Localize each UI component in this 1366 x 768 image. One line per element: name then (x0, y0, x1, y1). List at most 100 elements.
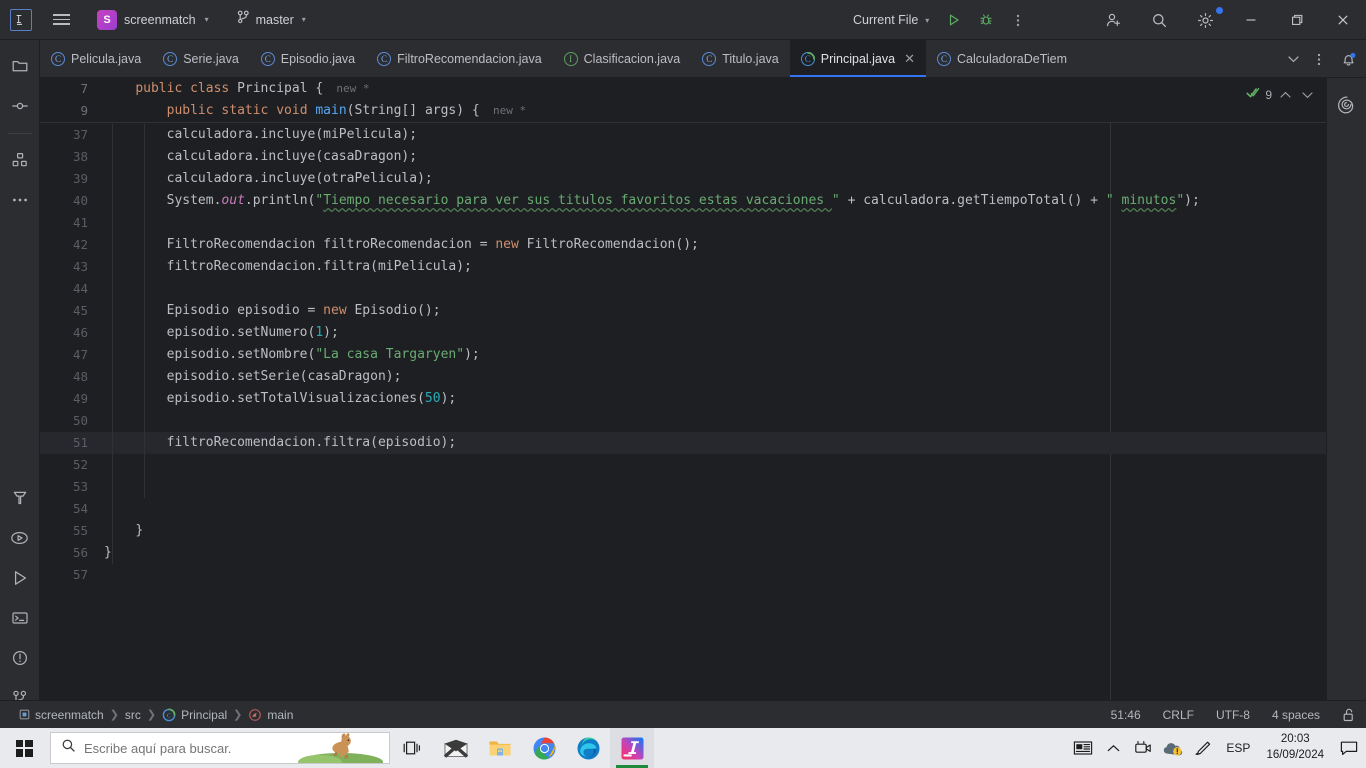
taskbar-search-box[interactable] (50, 732, 390, 764)
code-line[interactable]: 51 filtroRecomendacion.filtra(episodio); (40, 432, 1326, 454)
maximize-button[interactable] (1274, 0, 1320, 40)
code-line[interactable]: 40 System.out.println("Tiempo necesario … (40, 190, 1326, 212)
code-line[interactable]: 9 public static void main(String[] args)… (40, 100, 1326, 122)
run-button[interactable] (939, 6, 969, 34)
close-tab-icon[interactable]: ✕ (904, 51, 915, 67)
code-line[interactable]: 55 } (40, 520, 1326, 542)
line-content[interactable] (100, 498, 1326, 520)
code-line[interactable]: 53 (40, 476, 1326, 498)
edge-icon[interactable] (566, 728, 610, 768)
commit-tool-window-button[interactable] (4, 90, 36, 122)
clock[interactable]: 20:03 16/09/2024 (1258, 728, 1332, 768)
code-line[interactable]: 43 filtroRecomendacion.filtra(miPelicula… (40, 256, 1326, 278)
mail-icon[interactable] (434, 728, 478, 768)
line-content[interactable] (100, 410, 1326, 432)
line-content[interactable] (100, 564, 1326, 586)
notifications-button[interactable] (1332, 44, 1364, 74)
line-content[interactable] (100, 454, 1326, 476)
line-number[interactable]: 44 (40, 278, 100, 300)
minimize-button[interactable] (1228, 0, 1274, 40)
code-line[interactable]: 56} (40, 542, 1326, 564)
code-line[interactable]: 41 (40, 212, 1326, 234)
line-number[interactable]: 52 (40, 454, 100, 476)
onedrive-warning-icon[interactable] (1158, 728, 1188, 768)
code-line[interactable]: 38 calculadora.incluye(casaDragon); (40, 146, 1326, 168)
line-number[interactable]: 39 (40, 168, 100, 190)
editor-tab-5[interactable]: C Titulo.java (691, 40, 790, 77)
line-number[interactable]: 57 (40, 564, 100, 586)
main-menu-button[interactable] (44, 5, 78, 35)
file-encoding[interactable]: UTF-8 (1213, 706, 1253, 724)
line-number[interactable]: 45 (40, 300, 100, 322)
line-content[interactable]: Episodio episodio = new Episodio(); (100, 300, 1326, 322)
line-number[interactable]: 49 (40, 388, 100, 410)
breadcrumb-item-method[interactable]: main (243, 706, 298, 724)
line-number[interactable]: 47 (40, 344, 100, 366)
settings-button[interactable] (1182, 0, 1228, 40)
line-separator[interactable]: CRLF (1160, 706, 1197, 724)
code-line[interactable]: 47 episodio.setNombre("La casa Targaryen… (40, 344, 1326, 366)
line-content[interactable]: } (100, 542, 1326, 564)
breadcrumb-item-module[interactable]: screenmatch (14, 706, 109, 724)
chevron-up-icon[interactable] (1276, 85, 1294, 105)
editor-tab-6[interactable]: C Principal.java ✕ (789, 40, 926, 77)
windows-start-icon[interactable] (0, 728, 48, 768)
ai-assistant-icon[interactable] (1331, 88, 1363, 120)
code-line[interactable]: 50 (40, 410, 1326, 432)
run-tool-window-button[interactable] (4, 562, 36, 594)
more-tool-windows-button[interactable] (4, 184, 36, 216)
structure-tool-window-button[interactable] (4, 144, 36, 176)
inspection-widget[interactable]: 9 (1242, 82, 1320, 108)
line-content[interactable] (100, 212, 1326, 234)
code-with-me-button[interactable] (1090, 0, 1136, 40)
editor-tab-4[interactable]: I Clasificacion.java (553, 40, 692, 77)
editor-tab-1[interactable]: C Serie.java (152, 40, 250, 77)
line-content[interactable]: public static void main(String[] args) {… (100, 100, 1326, 122)
code-line[interactable]: 44 (40, 278, 1326, 300)
line-number[interactable]: 38 (40, 146, 100, 168)
editor-tab-3[interactable]: C FiltroRecomendacion.java (366, 40, 553, 77)
branch-selector[interactable]: master ▾ (230, 7, 313, 32)
line-content[interactable]: calculadora.incluye(casaDragon); (100, 146, 1326, 168)
terminal-tool-window-button[interactable] (4, 602, 36, 634)
run-anything-button[interactable] (4, 522, 36, 554)
line-content[interactable]: filtroRecomendacion.filtra(miPelicula); (100, 256, 1326, 278)
unlocked-icon[interactable] (1339, 706, 1358, 724)
caret-position[interactable]: 51:46 (1108, 706, 1144, 724)
line-number[interactable]: 40 (40, 190, 100, 212)
line-number[interactable]: 7 (40, 78, 100, 100)
build-tool-window-button[interactable] (4, 482, 36, 514)
line-content[interactable]: calculadora.incluye(otraPelicula); (100, 168, 1326, 190)
line-content[interactable]: } (100, 520, 1326, 542)
pen-icon[interactable] (1188, 728, 1218, 768)
line-content[interactable]: episodio.setSerie(casaDragon); (100, 366, 1326, 388)
file-explorer-icon[interactable] (478, 728, 522, 768)
line-number[interactable]: 41 (40, 212, 100, 234)
show-hidden-icons-icon[interactable] (1098, 728, 1128, 768)
tab-list-button[interactable] (1280, 44, 1306, 74)
language-indicator[interactable]: ESP (1218, 728, 1258, 768)
code-line[interactable]: 7 public class Principal { new * (40, 78, 1326, 100)
breadcrumb-item-class[interactable]: C Principal (157, 706, 232, 724)
line-number[interactable]: 50 (40, 410, 100, 432)
project-selector[interactable]: S screenmatch ▾ (90, 7, 216, 33)
code-line[interactable]: 52 (40, 454, 1326, 476)
line-content[interactable] (100, 476, 1326, 498)
code-line[interactable]: 48 episodio.setSerie(casaDragon); (40, 366, 1326, 388)
line-content[interactable]: calculadora.incluye(miPelicula); (100, 124, 1326, 146)
code-editor[interactable]: 7 public class Principal { new * 9 public… (40, 78, 1366, 700)
line-content[interactable]: FiltroRecomendacion filtroRecomendacion … (100, 234, 1326, 256)
code-lines[interactable]: 37 calculadora.incluye(miPelicula); 38 ca… (40, 124, 1326, 586)
line-number[interactable]: 55 (40, 520, 100, 542)
line-number[interactable]: 9 (40, 100, 100, 122)
line-content[interactable] (100, 278, 1326, 300)
debug-button[interactable] (971, 6, 1001, 34)
action-center-icon[interactable] (1332, 728, 1366, 768)
close-button[interactable] (1320, 0, 1366, 40)
more-actions-button[interactable] (1003, 6, 1033, 34)
news-and-interests-icon[interactable] (1068, 728, 1098, 768)
breadcrumb-item-src[interactable]: src (120, 706, 146, 724)
line-content[interactable]: System.out.println("Tiempo necesario par… (100, 190, 1326, 212)
camera-icon[interactable] (1128, 728, 1158, 768)
line-content[interactable]: episodio.setNumero(1); (100, 322, 1326, 344)
